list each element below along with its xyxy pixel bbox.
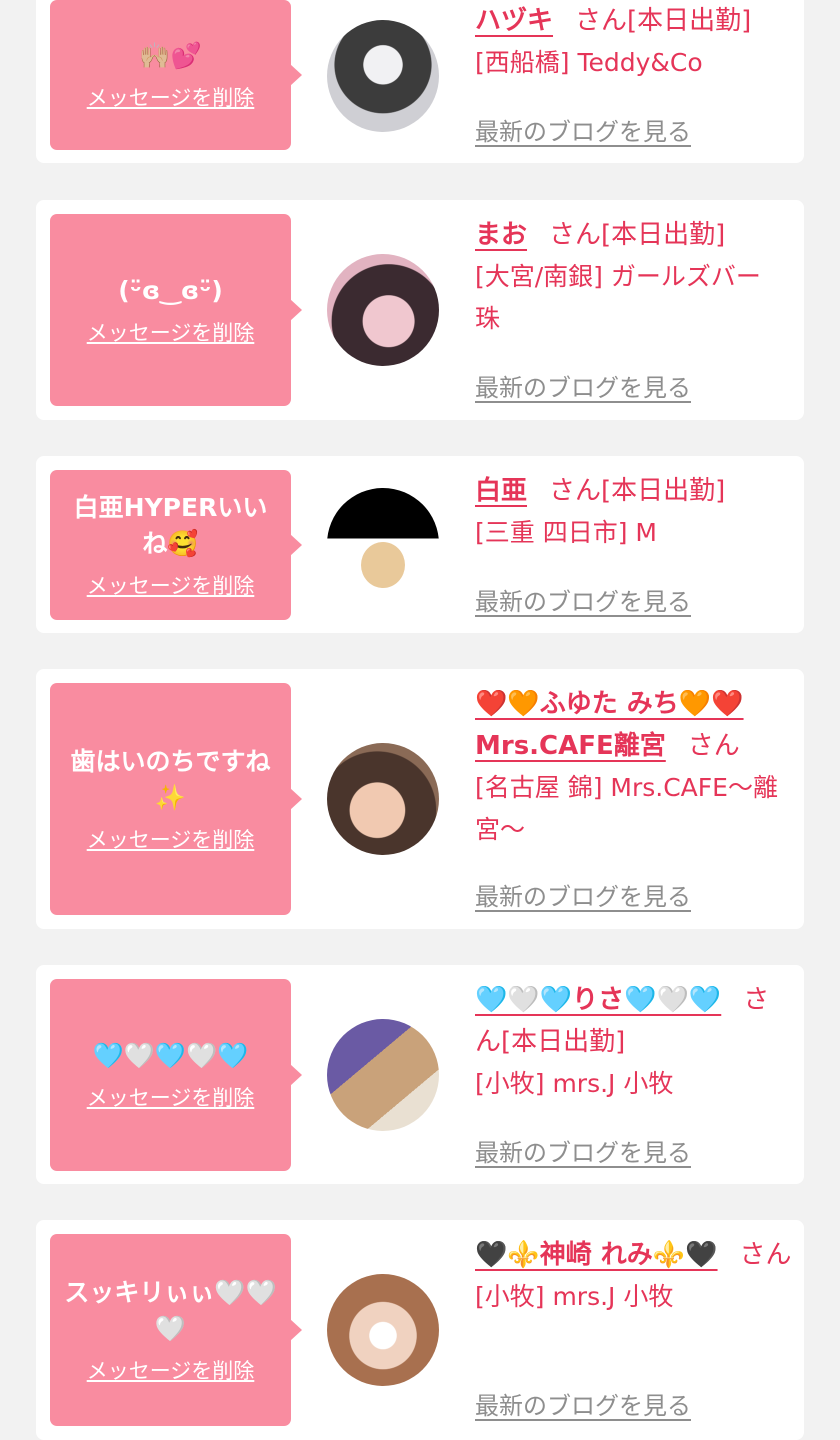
- message-card: 白亜HYPERいいね🥰 メッセージを削除 白亜 さん[本日出勤] [三重 四日市]…: [36, 456, 804, 633]
- avatar[interactable]: [327, 743, 439, 855]
- profile-info: ハヅキ さん[本日出勤] [西船橋] Teddy&Co: [475, 0, 793, 84]
- profile-name-link[interactable]: ハヅキ: [475, 6, 553, 36]
- honorific: さん: [549, 220, 602, 250]
- profile-name-link[interactable]: 白亜: [475, 476, 527, 506]
- latest-blog-link[interactable]: 最新のブログを見る: [475, 877, 691, 912]
- avatar[interactable]: [327, 1274, 439, 1386]
- message-card: 🙌🏼💕 メッセージを削除 ハヅキ さん[本日出勤] [西船橋] Teddy&Co …: [36, 0, 804, 163]
- message-text: 🙌🏼💕: [139, 41, 202, 70]
- delete-message-link[interactable]: メッセージを削除: [87, 317, 255, 347]
- message-card: (ᵕ̈ɞ‿ɞᵕ̈) メッセージを削除 まお さん[本日出勤] [大宮/南銀] ガー…: [36, 200, 804, 420]
- honorific: さん: [739, 1240, 792, 1270]
- delete-message-link[interactable]: メッセージを削除: [87, 82, 255, 112]
- delete-message-link[interactable]: メッセージを削除: [87, 824, 255, 854]
- delete-message-link[interactable]: メッセージを削除: [87, 1355, 255, 1385]
- status-text: [本日出勤]: [501, 1027, 626, 1057]
- latest-blog-link[interactable]: 最新のブログを見る: [475, 582, 691, 617]
- avatar[interactable]: [327, 1019, 439, 1131]
- shop-info: [小牧] mrs.J 小牧: [475, 1069, 674, 1098]
- profile-name-link[interactable]: まお: [475, 220, 527, 250]
- latest-blog-link[interactable]: 最新のブログを見る: [475, 368, 691, 403]
- honorific: さん: [687, 731, 740, 761]
- message-bubble: 🙌🏼💕 メッセージを削除: [50, 0, 302, 150]
- shop-info: [三重 四日市] M: [475, 518, 657, 547]
- message-bubble: 白亜HYPERいいね🥰 メッセージを削除: [50, 470, 302, 620]
- message-text: スッキリぃぃ🤍🤍🤍: [64, 1278, 277, 1343]
- shop-info: [名古屋 錦] Mrs.CAFE〜離宮〜: [475, 773, 778, 844]
- avatar[interactable]: [327, 254, 439, 366]
- profile-info: 🩵🤍🩵りさ🩵🤍🩵 さん[本日出勤] [小牧] mrs.J 小牧: [475, 979, 793, 1105]
- status-text: [本日出勤]: [601, 476, 726, 506]
- delete-message-link[interactable]: メッセージを削除: [87, 570, 255, 600]
- latest-blog-link[interactable]: 最新のブログを見る: [475, 112, 691, 147]
- honorific: さん: [549, 476, 602, 506]
- message-bubble: スッキリぃぃ🤍🤍🤍 メッセージを削除: [50, 1234, 302, 1426]
- message-text: 白亜HYPERいいね🥰: [73, 493, 268, 558]
- message-text: (ᵕ̈ɞ‿ɞᵕ̈): [118, 276, 223, 305]
- status-text: [本日出勤]: [627, 6, 752, 36]
- profile-info: 白亜 さん[本日出勤] [三重 四日市] M: [475, 470, 793, 554]
- shop-info: [大宮/南銀] ガールズバー 珠: [475, 262, 761, 333]
- delete-message-link[interactable]: メッセージを削除: [87, 1082, 255, 1112]
- profile-info: ❤️🧡ふゆた みち🧡❤️Mrs.CAFE離宮 さん [名古屋 錦] Mrs.CAF…: [475, 683, 793, 851]
- message-card: 🩵🤍🩵🤍🩵 メッセージを削除 🩵🤍🩵りさ🩵🤍🩵 さん[本日出勤] [小牧] mrs…: [36, 965, 804, 1184]
- latest-blog-link[interactable]: 最新のブログを見る: [475, 1133, 691, 1168]
- message-card: スッキリぃぃ🤍🤍🤍 メッセージを削除 🖤⚜️神崎 れみ⚜️🖤 さん [小牧] mr…: [36, 1220, 804, 1440]
- avatar[interactable]: [327, 488, 439, 600]
- message-bubble: 歯はいのちですね✨ メッセージを削除: [50, 683, 302, 915]
- status-text: [本日出勤]: [601, 220, 726, 250]
- message-text: 🩵🤍🩵🤍🩵: [92, 1041, 249, 1070]
- profile-info: 🖤⚜️神崎 れみ⚜️🖤 さん [小牧] mrs.J 小牧: [475, 1234, 793, 1318]
- latest-blog-link[interactable]: 最新のブログを見る: [475, 1386, 691, 1421]
- message-bubble: (ᵕ̈ɞ‿ɞᵕ̈) メッセージを削除: [50, 214, 302, 406]
- honorific: さん: [575, 6, 628, 36]
- profile-name-link[interactable]: 🖤⚜️神崎 れみ⚜️🖤: [475, 1240, 718, 1270]
- profile-info: まお さん[本日出勤] [大宮/南銀] ガールズバー 珠: [475, 214, 793, 340]
- message-bubble: 🩵🤍🩵🤍🩵 メッセージを削除: [50, 979, 302, 1171]
- profile-name-link[interactable]: 🩵🤍🩵りさ🩵🤍🩵: [475, 985, 721, 1015]
- shop-info: [小牧] mrs.J 小牧: [475, 1282, 674, 1311]
- avatar[interactable]: [327, 20, 439, 132]
- message-text: 歯はいのちですね✨: [70, 747, 271, 812]
- shop-info: [西船橋] Teddy&Co: [475, 48, 703, 77]
- message-card: 歯はいのちですね✨ メッセージを削除 ❤️🧡ふゆた みち🧡❤️Mrs.CAFE離…: [36, 669, 804, 929]
